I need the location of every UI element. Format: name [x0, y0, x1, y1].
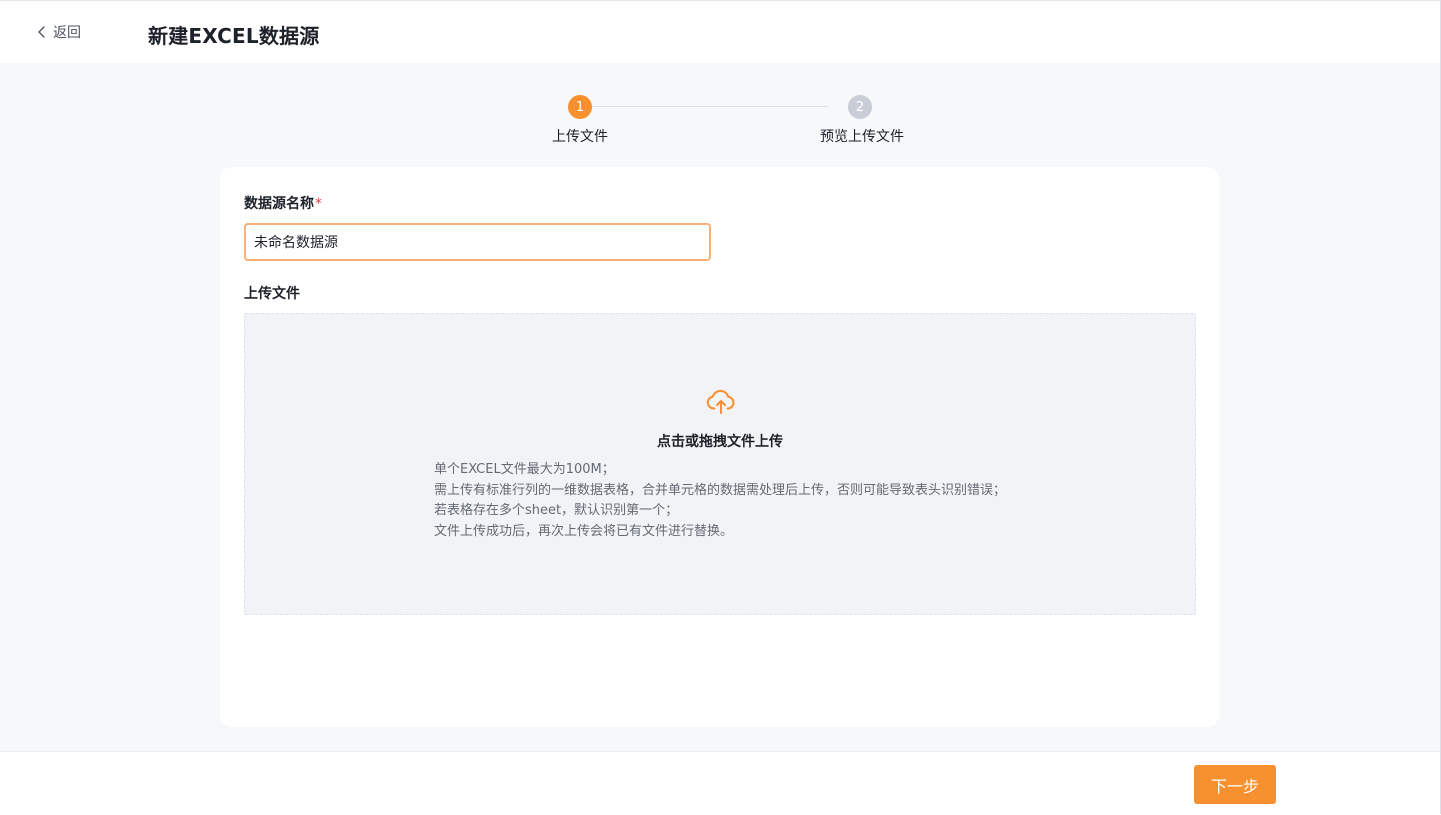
upload-dropzone[interactable]: 点击或拖拽文件上传 单个EXCEL文件最大为100M； 需上传有标准行列的一维数…	[244, 313, 1196, 615]
step-label-1: 上传文件	[552, 129, 608, 145]
next-step-button[interactable]: 下一步	[1194, 765, 1276, 804]
upload-title: 点击或拖拽文件上传	[657, 434, 783, 450]
step-preview-file: 2 预览上传文件	[820, 93, 904, 146]
step-number-2: 2	[848, 95, 872, 119]
upload-hint: 单个EXCEL文件最大为100M；	[434, 462, 615, 477]
upload-hints: 单个EXCEL文件最大为100M； 需上传有标准行列的一维数据表格，合并单元格的…	[434, 460, 1006, 542]
form-card: 数据源名称* 上传文件 点击或拖拽文件上传 单个EXCEL文件最大为100M； …	[220, 167, 1219, 727]
chevron-left-icon	[37, 26, 47, 38]
page-footer: 下一步	[0, 751, 1440, 815]
upload-file-label: 上传文件	[244, 286, 300, 302]
step-label-2: 预览上传文件	[820, 129, 904, 145]
steps-indicator: 1 上传文件 2 预览上传文件	[540, 93, 920, 153]
cloud-upload-icon	[706, 389, 736, 419]
back-button[interactable]: 返回	[37, 22, 81, 42]
back-label: 返回	[53, 25, 81, 41]
page-header: 返回 新建EXCEL数据源	[0, 1, 1440, 63]
upload-hint: 需上传有标准行列的一维数据表格，合并单元格的数据需处理后上传，否则可能导致表头识…	[434, 482, 1007, 498]
page-title: 新建EXCEL数据源	[148, 24, 320, 48]
step-upload-file: 1 上传文件	[540, 93, 620, 146]
required-mark: *	[315, 196, 322, 212]
datasource-name-label: 数据源名称*	[244, 193, 322, 213]
content-area: 1 上传文件 2 预览上传文件 数据源名称* 上传文件 点	[0, 63, 1440, 751]
upload-hint: 若表格存在多个sheet，默认识别第一个；	[434, 503, 679, 518]
app-window: 返回 新建EXCEL数据源 1 上传文件 2 预览上传文件 数据源名称* 上传文…	[0, 0, 1441, 815]
datasource-name-label-text: 数据源名称	[244, 196, 314, 212]
step-connector	[590, 106, 828, 107]
step-number-1: 1	[568, 95, 592, 119]
datasource-name-input[interactable]	[244, 223, 711, 261]
upload-hint: 文件上传成功后，再次上传会将已有文件进行替换。	[434, 523, 734, 539]
